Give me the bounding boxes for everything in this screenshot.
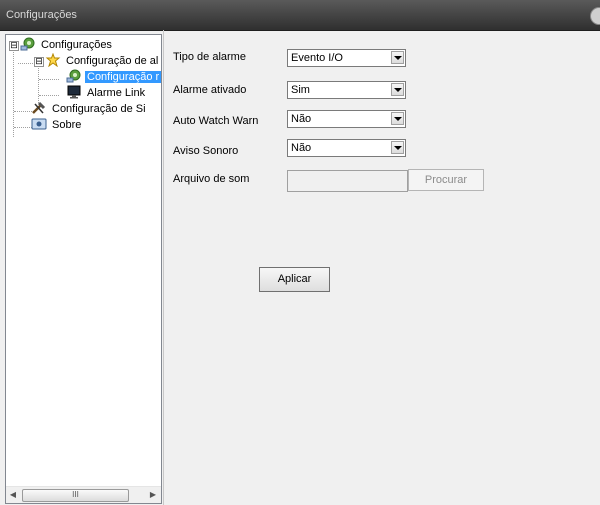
collapse-icon[interactable]: ⊟ (34, 57, 44, 67)
tree-item-sobre[interactable]: Sobre (31, 117, 83, 133)
alarme-ativado-select[interactable]: Sim (287, 81, 406, 99)
tree-item-alarme-link[interactable]: Alarme Link (66, 85, 147, 101)
auto-watch-warn-select[interactable]: Não (287, 110, 406, 128)
auto-watch-warn-label: Auto Watch Warn (173, 115, 259, 127)
scroll-left-icon[interactable]: ◀ (8, 490, 18, 500)
tree-connector (39, 79, 59, 81)
chevron-down-icon[interactable] (391, 112, 404, 125)
aplicar-button[interactable]: Aplicar (259, 267, 330, 292)
aviso-sonoro-select[interactable]: Não (287, 139, 406, 157)
tools-icon (31, 101, 47, 115)
scrollbar-thumb[interactable]: III (22, 489, 129, 502)
tree-item-configuracao-r[interactable]: Configuração r (66, 69, 161, 85)
chevron-down-icon[interactable] (391, 51, 404, 64)
tipo-alarme-select[interactable]: Evento I/O (287, 49, 406, 67)
window-title: Configurações (6, 9, 77, 21)
alarme-ativado-value: Sim (291, 84, 310, 96)
title-bar: Configurações (0, 0, 600, 31)
tree-item-configuracoes[interactable]: Configurações (20, 37, 114, 53)
tree-connector (13, 47, 15, 137)
tree-item-label: Alarme Link (87, 87, 146, 99)
scroll-right-icon[interactable]: ▶ (148, 490, 158, 500)
tree-item-configuracao-alarme[interactable]: Configuração de al (45, 52, 160, 69)
tree-item-configuracao-sistema[interactable]: Configuração de Si (31, 101, 148, 117)
tree-item-label: Configuração de Si (52, 103, 146, 115)
aviso-sonoro-value: Não (291, 142, 312, 154)
collapse-icon[interactable]: ⊟ (9, 41, 19, 51)
auto-watch-warn-value: Não (291, 113, 312, 125)
tree-connector (38, 63, 40, 103)
window-menu-icon[interactable] (590, 7, 600, 25)
chevron-down-icon[interactable] (391, 141, 404, 154)
tree-connector (39, 95, 59, 97)
tipo-alarme-label: Tipo de alarme (173, 51, 246, 63)
aviso-sonoro-label: Aviso Sonoro (173, 145, 239, 157)
tree-item-label: Configurações (41, 39, 112, 51)
tree-item-label: Configuração de al (66, 55, 159, 67)
arquivo-som-field (287, 170, 408, 192)
tree-horizontal-scrollbar[interactable]: ◀ III ▶ (6, 486, 161, 503)
alarme-ativado-label: Alarme ativado (173, 84, 247, 96)
arquivo-som-label: Arquivo de som (173, 173, 250, 185)
monitor-icon (66, 85, 82, 99)
config-gear-icon (66, 69, 82, 83)
settings-gear-icon (20, 37, 36, 51)
settings-tree[interactable]: ⊟ Configurações ⊟ Configuração de al Con… (5, 34, 162, 504)
about-icon (31, 117, 47, 131)
tipo-alarme-value: Evento I/O (291, 52, 343, 64)
alarm-star-icon (45, 52, 61, 68)
tree-item-label: Sobre (52, 119, 82, 131)
panel-divider (163, 30, 164, 505)
procurar-button[interactable]: Procurar (408, 169, 484, 191)
tree-connector (18, 63, 33, 65)
chevron-down-icon[interactable] (391, 83, 404, 96)
tree-item-label: Configuração r (85, 71, 161, 83)
